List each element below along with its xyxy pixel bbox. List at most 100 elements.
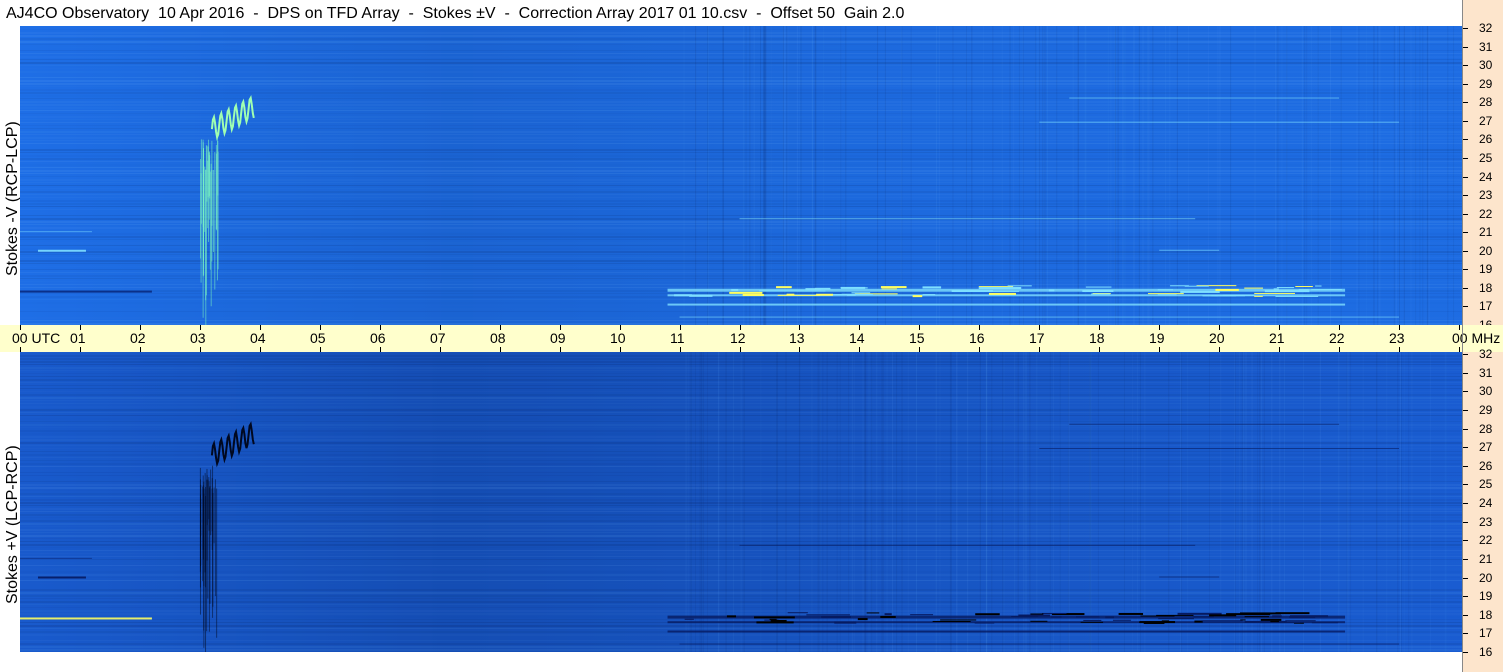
emission-fleck [815,287,831,290]
noise-band [20,227,1463,229]
noise-streak [956,352,958,652]
noise-streak [1358,26,1360,325]
freq-tick [1463,484,1468,486]
freq-tick [1463,157,1468,159]
time-tick-label: 16 [969,330,985,346]
noise-band [20,182,1463,183]
time-tick-label: 09 [550,330,566,346]
emission-line [20,231,92,233]
noise-band [20,320,1463,321]
noise-band [20,26,1463,27]
freq-tick [1463,195,1468,197]
emission-fleck [1080,621,1104,623]
noise-streak [722,26,724,325]
noise-streak [839,352,841,652]
emission-fleck [975,613,1000,616]
noise-streak [1411,352,1413,652]
burst-streak [202,139,204,228]
burst-streak [202,486,204,582]
freq-tick-label: 23 [1479,514,1493,529]
noise-band [20,62,1463,64]
noise-band [20,44,1463,45]
emission-fleck [1311,622,1338,624]
freq-tick-label: 21 [1479,551,1493,566]
freq-tick [1463,269,1468,271]
noise-streak [814,26,816,325]
emission-fleck [1239,612,1281,615]
noise-streak [1347,352,1349,652]
noise-band [20,221,1463,223]
emission-fleck [787,612,808,614]
freq-tick-label: 28 [1479,421,1493,436]
emission-fleck [1298,289,1310,292]
noise-streak [1251,352,1253,652]
noise-band [20,299,1463,300]
noise-streak [1124,26,1126,325]
freq-tick-label: 30 [1479,384,1493,399]
noise-streak [800,26,802,325]
noise-streak [1319,352,1321,652]
noise-streak [1428,26,1430,325]
emission-fleck [978,287,1022,290]
freq-tick-label: 19 [1479,589,1493,604]
noise-band [20,311,1463,312]
noise-band [20,146,1463,148]
emission-fleck [977,290,1019,292]
emission-fleck [1254,295,1263,297]
freq-tick [1463,596,1468,598]
noise-streak [823,26,825,325]
noise-streak [1035,26,1037,325]
noise-streak [707,26,709,325]
noise-band [20,86,1463,87]
emission-fleck [1260,618,1282,621]
freq-tick [1463,176,1468,178]
noise-streak [1281,26,1283,325]
noise-band [20,254,1463,255]
noise-band [20,236,1463,238]
freq-tick-label: 18 [1479,607,1493,622]
emission-fleck [922,294,936,296]
emission-fleck [932,620,971,622]
noise-band [20,83,1463,85]
noise-streak [760,352,762,652]
emission-fleck [1184,285,1209,287]
noise-band [20,140,1463,141]
noise-band [20,53,1463,54]
time-tick-label: 21 [1269,330,1285,346]
noise-streak [1362,352,1364,652]
noise-band [20,134,1463,135]
noise-streak [862,352,864,652]
noise-band [20,284,1463,285]
noise-band [20,278,1463,279]
noise-band [20,281,1463,282]
emission-line [1039,121,1400,123]
noise-streak [1123,26,1125,325]
noise-streak [1379,26,1381,325]
emission-fleck [1076,616,1100,618]
noise-streak [865,352,867,652]
time-tick-label: 11 [670,330,685,346]
noise-streak [819,352,821,652]
noise-streak [1168,352,1170,652]
noise-streak [1009,26,1011,325]
emission-line [739,218,1196,220]
noise-streak [1131,352,1133,652]
freq-tick-label: 22 [1479,206,1493,221]
emission-fleck [880,615,896,618]
time-tick-label: 12 [730,330,746,346]
noise-band [20,260,1463,262]
emission-fleck [742,294,764,297]
emission-fleck [1118,612,1144,615]
top-frequency-axis: 3231302928272625242322212019181716 [1463,0,1503,331]
burst-streak [206,145,208,202]
freq-tick-label: 30 [1479,58,1493,73]
freq-tick [1463,540,1468,542]
burst-streak [200,484,202,537]
noise-band [20,206,1463,207]
bottom-spectrogram-canvas [20,352,1463,652]
emission-fleck [854,287,868,289]
emission-fleck [922,286,942,289]
burst-streak [205,487,207,588]
top-spectrogram-canvas [20,26,1463,325]
noise-streak [1097,352,1099,652]
